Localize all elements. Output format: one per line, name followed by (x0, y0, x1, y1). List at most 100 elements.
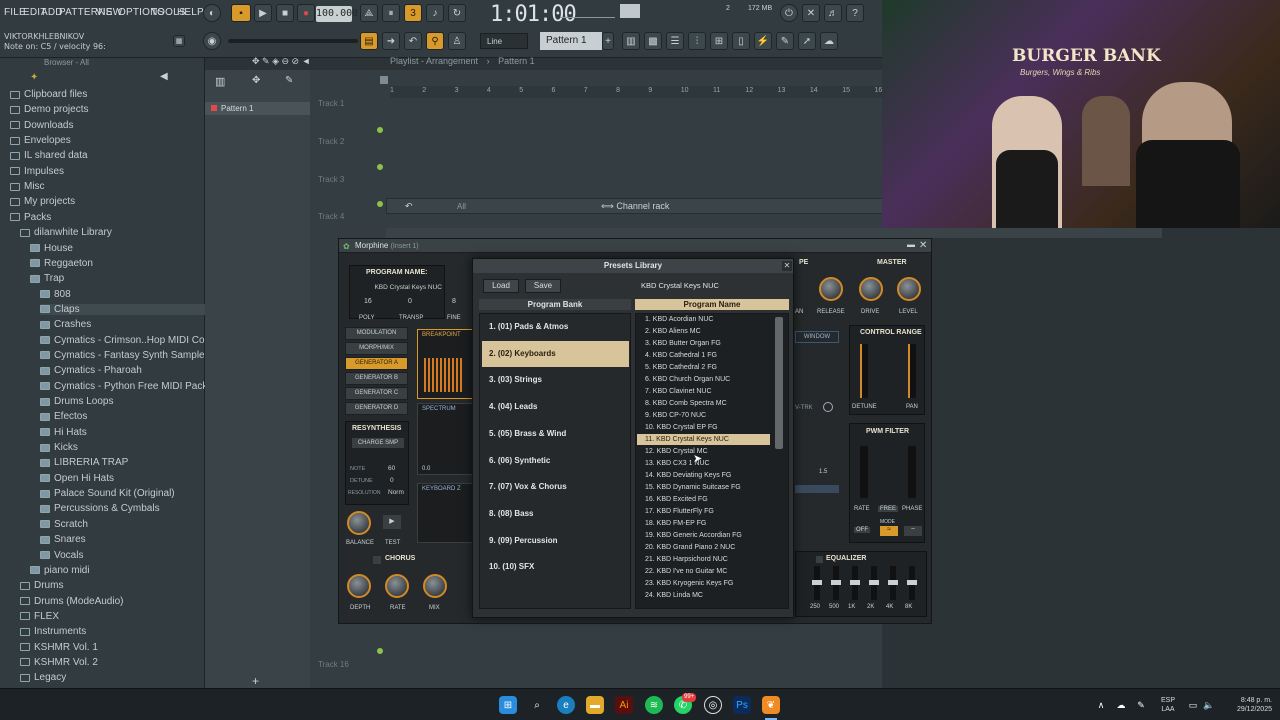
browser-folder[interactable]: Envelopes (10, 135, 71, 146)
stop-button[interactable]: ■ (276, 4, 294, 22)
program-item[interactable]: 19. KBD Generic Accordian FG (637, 530, 770, 541)
eq-band-handle[interactable] (850, 580, 860, 585)
modulation-button[interactable]: MODULATION (345, 327, 408, 340)
plugin-gear-icon[interactable]: ✿ (343, 242, 350, 251)
program-item[interactable]: 15. KBD Dynamic Suitcase FG (637, 482, 770, 493)
transp-value[interactable]: 0 (408, 298, 412, 305)
program-item[interactable]: 1. KBD Acordian NUC (637, 314, 770, 325)
link-icon[interactable]: ⚲ (426, 32, 444, 50)
program-item[interactable]: 3. KBD Butter Organ FG (637, 338, 770, 349)
cloud-icon[interactable]: ☁ (820, 32, 838, 50)
file-icon[interactable]: ▯ (732, 32, 750, 50)
chorus-depth-knob[interactable] (347, 574, 371, 598)
piano-roll-icon[interactable]: ▩ (644, 32, 662, 50)
add-pattern-icon[interactable]: + (602, 32, 614, 50)
metronome-icon[interactable]: ⟁ (360, 4, 378, 22)
bank-item[interactable]: 2. (02) Keyboards (482, 340, 629, 367)
stamp-icon[interactable]: ♙ (448, 32, 466, 50)
playlist-icon[interactable]: ▥ (622, 32, 640, 50)
track-label[interactable]: Track 4 (318, 212, 344, 221)
track-label[interactable]: Track 2 (318, 137, 344, 146)
level-knob[interactable] (897, 277, 921, 301)
tray-chevron-icon[interactable]: ∧ (1092, 696, 1110, 714)
browser-folder[interactable]: dilanwhite Library (20, 227, 112, 238)
program-name-value[interactable]: KBD Crystal Keys NUC (354, 284, 442, 291)
program-item[interactable]: 13. KBD CX3 1 NUC (637, 458, 770, 469)
tray-pen-icon[interactable]: ✎ (1132, 696, 1150, 714)
eq-band-handle[interactable] (812, 580, 822, 585)
browser-folder[interactable]: Legacy (20, 672, 66, 683)
track-mute-led[interactable] (377, 201, 383, 207)
plugin-icon[interactable]: ⚡ (754, 32, 772, 50)
bank-item[interactable]: 8. (08) Bass (482, 501, 629, 527)
browser-folder[interactable]: Cymatics - Fantasy Synth Sample Pack (40, 350, 230, 361)
eq-band-handle[interactable] (888, 580, 898, 585)
edge-icon[interactable]: e (557, 696, 575, 714)
bank-item[interactable]: 5. (05) Brass & Wind (482, 421, 629, 447)
program-item[interactable]: 2. KBD Aliens MC (637, 326, 770, 337)
snap-icon[interactable]: ▦ (173, 35, 185, 47)
charge-smp-button[interactable]: CHARGE SMP (352, 438, 404, 448)
browser-icon[interactable]: ⊞ (710, 32, 728, 50)
help-icon[interactable]: ? (846, 4, 864, 22)
generator-b-button[interactable]: GENERATOR B (345, 372, 408, 385)
browser-folder[interactable]: Percussions & Cymbals (40, 503, 160, 514)
detune-value[interactable]: 0 (390, 477, 394, 484)
track-mute-led[interactable] (377, 164, 383, 170)
timeline-ruler[interactable]: 1 2 3 4 5 6 7 8 9 10 11 12 13 14 15 16 (390, 86, 882, 98)
browser-folder[interactable]: Snares (40, 534, 86, 545)
browser-folder[interactable]: Claps (40, 303, 205, 315)
program-item[interactable]: 20. KBD Grand Piano 2 NUC (637, 542, 770, 553)
browser-folder[interactable]: Misc (10, 181, 45, 192)
pattern-mode-icon[interactable]: ▤ (360, 32, 378, 50)
language-indicator[interactable]: ESP LAA (1158, 696, 1178, 714)
arrow-icon[interactable]: ➜ (382, 32, 400, 50)
browser-folder[interactable]: LIBRERIA TRAP (40, 457, 128, 468)
browser-folder[interactable]: IL shared data (10, 150, 88, 161)
browser-folder[interactable]: Palace Sound Kit (Original) (40, 488, 175, 499)
detune-fader[interactable] (860, 344, 868, 398)
bank-item[interactable]: 3. (03) Strings (482, 367, 629, 393)
bank-item[interactable]: 1. (01) Pads & Atmos (482, 314, 629, 340)
program-item[interactable]: 4. KBD Cathedral 1 FG (637, 350, 770, 361)
browser-folder[interactable]: Hi Hats (40, 427, 87, 438)
shop-icon[interactable]: ➚ (798, 32, 816, 50)
pwm-rate-fader[interactable] (860, 446, 868, 498)
channel-rack-back-icon[interactable]: ↶ (405, 201, 413, 212)
file-explorer-icon[interactable]: ▬ (586, 696, 604, 714)
program-item[interactable]: 6. KBD Church Organ NUC (637, 374, 770, 385)
fine-value[interactable]: 8 (452, 298, 456, 305)
test-play-icon[interactable]: ▶ (383, 515, 401, 529)
chorus-toggle[interactable] (373, 556, 381, 564)
program-item[interactable]: 14. KBD Deviating Keys FG (637, 470, 770, 481)
program-item[interactable]: 7. KBD Clavinet NUC (637, 386, 770, 397)
playlist-tools[interactable]: ✥ ✎ ◈ ⊖ ⊘ ◄ (252, 56, 311, 67)
loop-record-icon[interactable]: ↻ (448, 4, 466, 22)
program-item[interactable]: 17. KBD FlutterFly FG (637, 506, 770, 517)
drive-knob[interactable] (859, 277, 883, 301)
browser-star-icon[interactable]: ✦ (30, 72, 38, 83)
browser-folder[interactable]: Drums (20, 580, 63, 591)
presets-save-button[interactable]: Save (525, 279, 561, 293)
breakpoint-display[interactable]: BREAKPOINT (417, 329, 473, 399)
morph-mix-button[interactable]: MORPH/MIX (345, 342, 408, 355)
track-label[interactable]: Track 16 (318, 660, 349, 669)
bank-item[interactable]: 7. (07) Vox & Chorus (482, 474, 629, 500)
browser-folder[interactable]: Instruments (20, 626, 86, 637)
browser-folder[interactable]: Demo projects (10, 104, 88, 115)
balance-knob[interactable] (347, 511, 371, 535)
mixer-icon[interactable]: ✕ (802, 4, 820, 22)
channel-rack-icon[interactable]: ☰ (666, 32, 684, 50)
pwm-free-button[interactable]: FREE (878, 506, 899, 512)
search-icon[interactable]: ⌕ (528, 696, 546, 714)
eq-band-handle[interactable] (907, 580, 917, 585)
browser-folder[interactable]: Crashes (40, 319, 91, 330)
browser-folder[interactable]: KSHMR Vol. 2 (20, 657, 98, 668)
eq-band-handle[interactable] (869, 580, 879, 585)
presets-load-button[interactable]: Load (483, 279, 519, 293)
browser-folder[interactable]: Impulses (10, 166, 64, 177)
program-item[interactable]: 5. KBD Cathedral 2 FG (637, 362, 770, 373)
master-volume-knob[interactable]: ◉ (203, 32, 221, 50)
fl-studio-icon[interactable]: ❦ (762, 696, 780, 714)
channel-rack-steps[interactable] (386, 228, 1162, 238)
